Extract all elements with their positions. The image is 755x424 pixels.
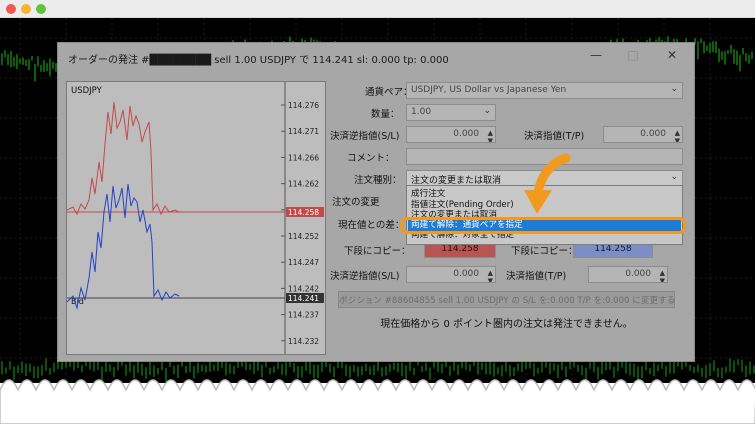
comment-label: コメント： <box>347 153 395 164</box>
chevron-down-icon: ⌄ <box>670 172 678 182</box>
chevron-down-icon: ⌄ <box>483 106 491 116</box>
price-label: 114.232 <box>288 337 319 346</box>
tp-input[interactable]: 0.000 ▲ ▼ <box>603 126 683 143</box>
symbol-value: USDJPY, US Dollar vs Japanese Yen <box>411 85 567 95</box>
lower-copy-label: 下段にコピー： <box>344 246 411 257</box>
pointer-arrow-icon <box>524 153 571 214</box>
chart-symbol: USDJPY <box>71 86 103 96</box>
price-label: 114.271 <box>288 127 319 136</box>
lower-copy-label-2: 下段にコピー： <box>511 246 578 257</box>
sl2-label: 決済逆指値(S/L) <box>330 271 400 282</box>
ask-tick-line <box>66 183 180 310</box>
sl2-input[interactable]: 0.000 ▲ ▼ <box>406 266 496 283</box>
price-label: 114.242 <box>288 284 319 293</box>
close-dot-icon[interactable] <box>6 4 16 14</box>
sl-label: 決済逆指値(S/L) <box>330 131 400 142</box>
tp-label: 決済指値(T/P) <box>524 131 585 142</box>
minimize-button[interactable]: — <box>586 48 606 62</box>
maximize-button[interactable]: □ <box>623 48 643 62</box>
tp-value: 0.000 <box>640 129 666 139</box>
mac-title-bar <box>0 0 755 18</box>
volume-select[interactable]: 1.00 ⌄ <box>406 104 496 121</box>
torn-edge <box>0 379 755 424</box>
diff-label: 現在値との差： <box>338 220 405 231</box>
volume-label: 数量： <box>371 109 400 120</box>
zoom-dot-icon[interactable] <box>36 4 46 14</box>
tp2-value: 0.000 <box>625 269 651 279</box>
symbol-select[interactable]: USDJPY, US Dollar vs Japanese Yen ⌄ <box>406 82 683 99</box>
price-label: 114.276 <box>288 101 319 110</box>
screenshot: オーダーの発注 #████████ sell 1.00 USDJPY で 114… <box>0 0 755 424</box>
price-label: 114.262 <box>288 180 319 189</box>
tick-chart: USDJPY Bid 114.276 114.271 114.266 114.262 1… <box>66 81 326 355</box>
spinner-icon[interactable]: ▲ ▼ <box>488 129 493 142</box>
minimize-dot-icon[interactable] <box>21 4 31 14</box>
sl-value: 0.000 <box>453 129 479 139</box>
dialog-title: オーダーの発注 #████████ sell 1.00 USDJPY で 114… <box>68 55 449 66</box>
modify-position-button[interactable]: ポジション #88604855 sell 1.00 USDJPY の S/L を… <box>338 291 675 308</box>
tick-chart-plot: USDJPY Bid 114.276114.271114.266114.2621… <box>66 82 324 354</box>
spinner-icon[interactable]: ▲ ▼ <box>488 269 493 282</box>
tp2-input[interactable]: 0.000 ▲ ▼ <box>588 266 668 283</box>
chevron-down-icon: ⌄ <box>670 84 678 94</box>
price-label: 114.237 <box>288 311 319 320</box>
order-dialog: オーダーの発注 #████████ sell 1.00 USDJPY で 114… <box>57 42 695 362</box>
spinner-icon[interactable]: ▲ ▼ <box>675 129 680 142</box>
modify-section-label: 注文の変更 <box>332 197 380 208</box>
bid-tag: 114.258 <box>288 208 319 217</box>
sl-input[interactable]: 0.000 ▲ ▼ <box>406 126 496 143</box>
volume-value: 1.00 <box>411 107 432 117</box>
ask-tag: 114.241 <box>288 294 319 303</box>
close-button[interactable]: ✕ <box>662 48 682 62</box>
price-label: 114.266 <box>288 153 319 162</box>
info-text: 現在価格から 0 ポイント圏内の注文は発注できません。 <box>380 319 633 330</box>
tp2-label: 決済指値(T/P) <box>506 271 567 282</box>
price-label: 114.247 <box>288 258 319 267</box>
price-label: 114.252 <box>288 232 319 241</box>
order-type-label: 注文種別： <box>354 175 402 186</box>
sl2-value: 0.000 <box>453 269 479 279</box>
spinner-icon[interactable]: ▲ ▼ <box>660 269 665 282</box>
